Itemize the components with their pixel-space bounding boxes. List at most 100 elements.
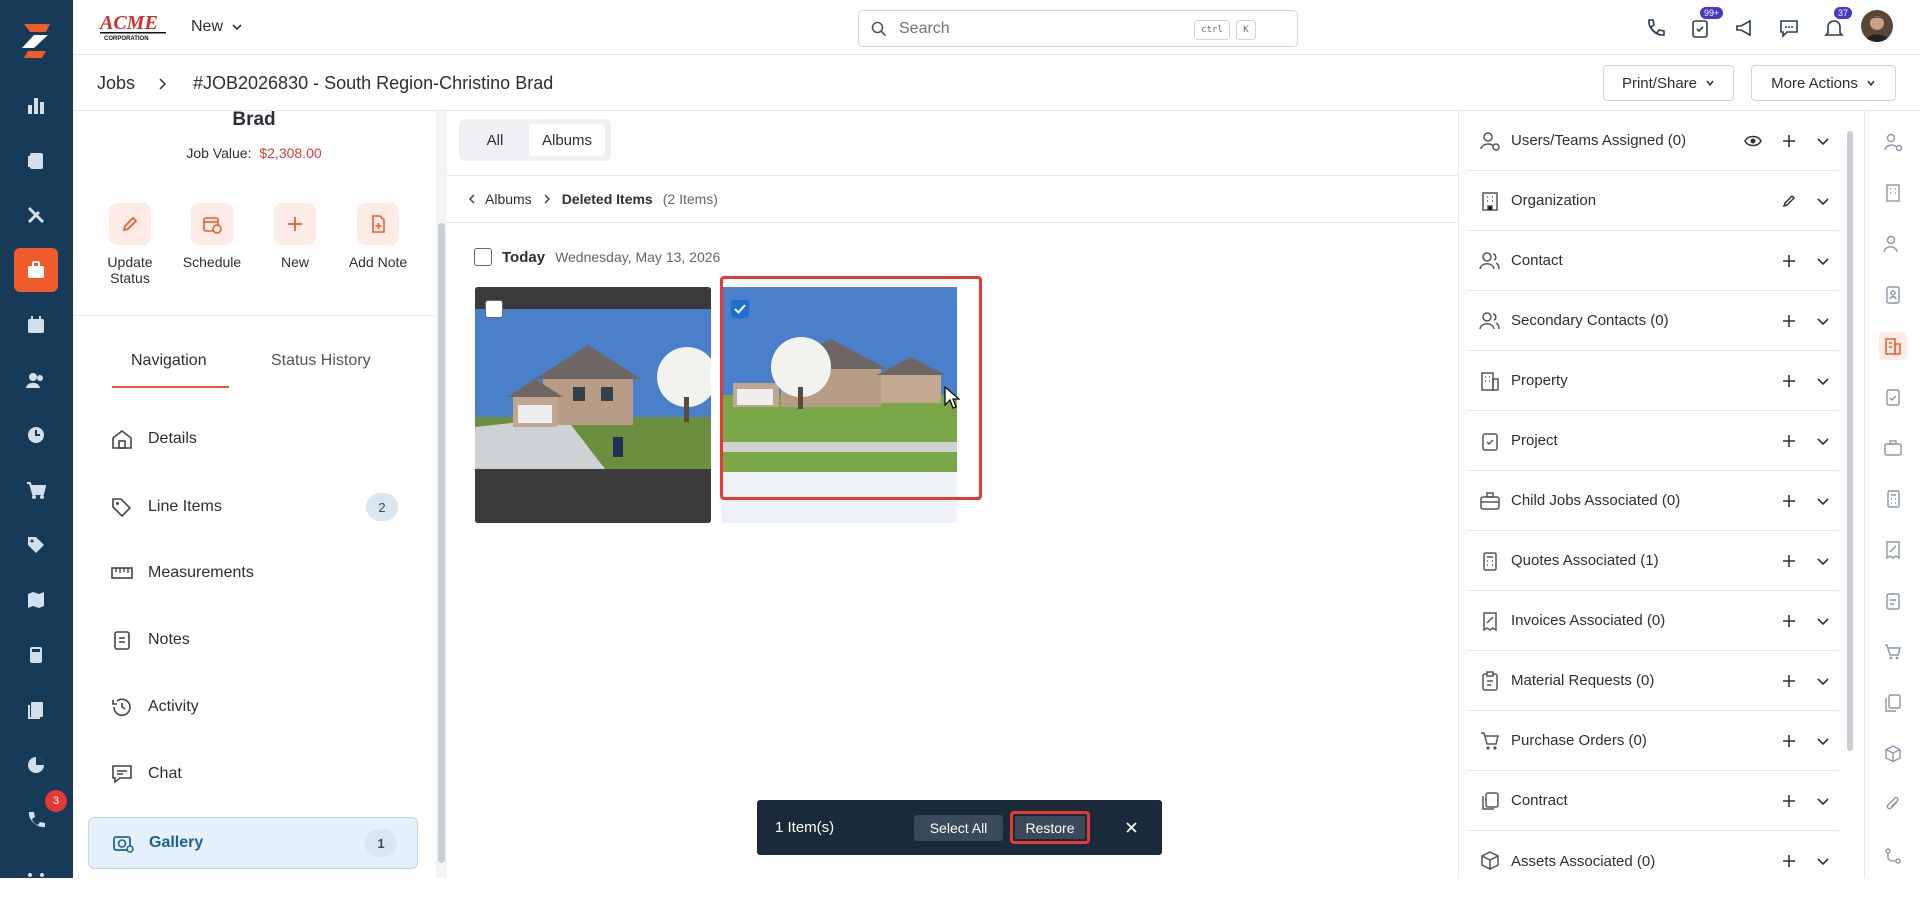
nav-item-details[interactable]: Details (88, 413, 418, 465)
nav-item-notes[interactable]: Notes (88, 614, 418, 666)
tab-status-history[interactable]: Status History (271, 352, 371, 370)
photo-checkbox[interactable] (485, 300, 503, 318)
plus-icon[interactable] (1782, 374, 1796, 388)
new-dropdown[interactable]: New (191, 18, 243, 36)
briefcase-icon[interactable] (1879, 434, 1907, 462)
section-secondary-contacts[interactable]: Secondary Contacts (0) (1467, 291, 1839, 351)
box-icon[interactable] (1879, 740, 1907, 768)
tab-all[interactable]: All (464, 124, 526, 156)
tag-icon[interactable] (14, 523, 58, 567)
left-scrollbar[interactable] (436, 111, 447, 878)
chevron-down-icon[interactable] (1816, 854, 1830, 868)
chevron-down-icon[interactable] (1816, 554, 1830, 568)
property-building-icon[interactable] (1879, 332, 1907, 360)
breadcrumb-jobs-link[interactable]: Jobs (97, 73, 135, 94)
albums-link[interactable]: Albums (485, 191, 532, 207)
update-status-button[interactable]: Update Status (90, 203, 170, 286)
plus-icon[interactable] (1782, 494, 1796, 508)
acme-logo[interactable]: ACME CORPORATION (98, 9, 170, 43)
more-actions-button[interactable]: More Actions (1751, 65, 1896, 101)
megaphone-icon[interactable] (1729, 12, 1761, 44)
photo-thumbnail[interactable] (475, 287, 711, 523)
clipboard-icon[interactable] (1879, 587, 1907, 615)
building-icon[interactable] (1879, 179, 1907, 207)
dashboard-icon[interactable] (14, 83, 58, 127)
section-contact[interactable]: Contact (1467, 231, 1839, 291)
section-quotes[interactable]: Quotes Associated (1) (1467, 531, 1839, 591)
section-project[interactable]: Project (1467, 411, 1839, 471)
print-share-button[interactable]: Print/Share (1603, 65, 1734, 101)
restore-button[interactable]: Restore (1015, 816, 1085, 839)
eye-icon[interactable] (1744, 134, 1762, 148)
app-logo-icon[interactable] (16, 18, 58, 60)
plus-icon[interactable] (1782, 794, 1796, 808)
chevron-down-icon[interactable] (1816, 134, 1830, 148)
section-material-requests[interactable]: Material Requests (0) (1467, 651, 1839, 711)
chevron-down-icon[interactable] (1816, 434, 1830, 448)
section-organization[interactable]: Organization (1467, 171, 1839, 231)
calendar-icon[interactable] (14, 303, 58, 347)
calculator-icon[interactable] (14, 633, 58, 677)
map-icon[interactable] (14, 578, 58, 622)
user-gear-icon[interactable] (1879, 128, 1907, 156)
clipboard-check-icon[interactable] (1879, 383, 1907, 411)
select-group-checkbox[interactable] (474, 248, 492, 266)
right-scrollbar[interactable] (1845, 111, 1855, 878)
plus-icon[interactable] (1782, 254, 1796, 268)
chevron-down-icon[interactable] (1816, 254, 1830, 268)
address-book-icon[interactable] (1879, 281, 1907, 309)
documents-icon[interactable] (14, 688, 58, 732)
plus-icon[interactable] (1782, 554, 1796, 568)
jobs-briefcase-icon[interactable] (14, 248, 58, 292)
section-child-jobs[interactable]: Child Jobs Associated (0) (1467, 471, 1839, 531)
tab-albums[interactable]: Albums (529, 124, 605, 156)
calculator-icon[interactable] (1879, 485, 1907, 513)
paperclip-icon[interactable] (1879, 791, 1907, 819)
chevron-down-icon[interactable] (1816, 674, 1830, 688)
close-icon[interactable] (1125, 821, 1138, 834)
chevron-down-icon[interactable] (1816, 614, 1830, 628)
chevron-down-icon[interactable] (1816, 314, 1830, 328)
messages-icon[interactable] (1773, 12, 1805, 44)
tasks-icon[interactable] (14, 138, 58, 182)
section-purchase-orders[interactable]: Purchase Orders (0) (1467, 711, 1839, 771)
chevron-down-icon[interactable] (1816, 494, 1830, 508)
nav-item-chat[interactable]: Chat (88, 748, 418, 800)
plus-icon[interactable] (1782, 614, 1796, 628)
chevron-down-icon[interactable] (1816, 194, 1830, 208)
avatar[interactable] (1861, 10, 1893, 42)
plus-icon[interactable] (1782, 134, 1796, 148)
section-contract[interactable]: Contract (1467, 771, 1839, 831)
copy-icon[interactable] (1879, 689, 1907, 717)
pie-chart-icon[interactable] (14, 743, 58, 787)
clock-icon[interactable] (14, 413, 58, 457)
section-property[interactable]: Property (1467, 351, 1839, 411)
nav-item-line-items[interactable]: Line Items 2 (88, 481, 418, 533)
section-users-teams[interactable]: Users/Teams Assigned (0) (1467, 111, 1839, 171)
plus-icon[interactable] (1782, 314, 1796, 328)
cart-icon[interactable] (14, 468, 58, 512)
plus-icon[interactable] (1782, 434, 1796, 448)
search-input[interactable]: Search ctrl K (858, 10, 1298, 47)
invoice-icon[interactable] (1879, 536, 1907, 564)
nav-item-gallery[interactable]: Gallery 1 (88, 817, 418, 869)
tab-navigation[interactable]: Navigation (131, 352, 207, 370)
section-invoices[interactable]: Invoices Associated (0) (1467, 591, 1839, 651)
task-list-icon[interactable]: 99+ (1684, 7, 1724, 44)
plus-icon[interactable] (1782, 854, 1796, 868)
pencil-icon[interactable] (1782, 194, 1796, 208)
tools-icon[interactable] (14, 193, 58, 237)
cart-icon[interactable] (1879, 638, 1907, 666)
nav-item-measurements[interactable]: Measurements (88, 547, 418, 599)
plus-icon[interactable] (1782, 734, 1796, 748)
nav-item-activity[interactable]: Activity (88, 681, 418, 733)
chevron-down-icon[interactable] (1816, 734, 1830, 748)
bell-icon[interactable]: 37 (1818, 7, 1853, 44)
chevron-down-icon[interactable] (1816, 794, 1830, 808)
new-action-button[interactable]: New (255, 203, 335, 270)
more-nav-icon[interactable] (14, 853, 58, 897)
users-icon[interactable] (1879, 230, 1907, 258)
phone-icon[interactable] (1640, 12, 1672, 44)
add-note-button[interactable]: Add Note (338, 203, 418, 270)
workflow-icon[interactable] (1879, 842, 1907, 870)
